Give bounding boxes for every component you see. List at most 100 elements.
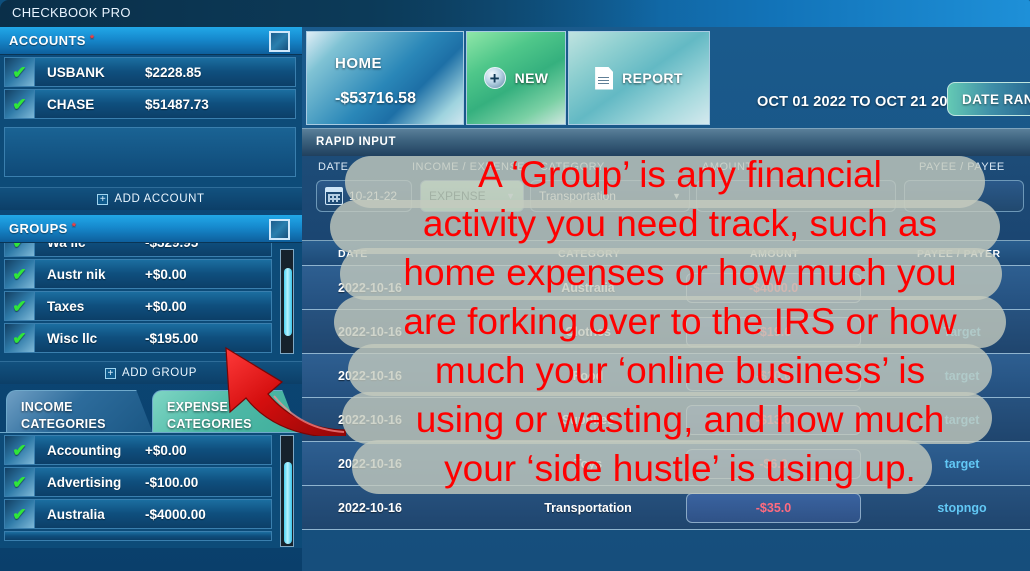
add-group-label: ADD GROUP: [121, 367, 198, 379]
row-amount[interactable]: -$19.6: [686, 317, 861, 347]
app-title: CHECKBOOK PRO: [12, 5, 131, 20]
row-amount[interactable]: -$10.0: [686, 361, 861, 391]
group-checkbox[interactable]: ✔: [5, 324, 35, 352]
ri-header-amount: AMOUNT: [702, 161, 753, 173]
type-select-value: EXPENSE: [429, 189, 486, 203]
type-select[interactable]: EXPENSE ▼: [420, 180, 524, 212]
group-row[interactable]: ✔ Taxes +$0.00: [4, 291, 272, 321]
row-payee[interactable]: stopngo: [902, 501, 1022, 515]
ri-header-type: INCOME / EXPENSE: [412, 161, 526, 173]
table-row[interactable]: 2022-10-16 Supplies -$13.0 target: [302, 398, 1030, 442]
row-amount[interactable]: -$13.0: [686, 405, 861, 435]
ri-header-payee: PAYEE / PAYEE: [919, 161, 1005, 173]
home-tile-balance: -$53716.58: [335, 90, 416, 107]
account-checkbox[interactable]: ✔: [5, 90, 35, 118]
category-row-partial[interactable]: [4, 531, 272, 541]
amount-input[interactable]: [696, 180, 896, 212]
check-icon: ✔: [12, 243, 26, 251]
add-account-button[interactable]: + ADD ACCOUNT: [0, 187, 302, 210]
group-row[interactable]: ✔ Austr nik +$0.00: [4, 259, 272, 289]
tab-expense-line1: EXPENSE: [167, 400, 229, 414]
groups-scrollbar-thumb[interactable]: [284, 268, 292, 336]
group-checkbox[interactable]: ✔: [5, 292, 35, 320]
account-row[interactable]: ✔ CHASE $51487.73: [4, 89, 296, 119]
table-row[interactable]: 2022-10-16 Transportation -$35.0 stopngo: [302, 486, 1030, 530]
date-input-value: 10-21-22: [349, 189, 398, 203]
date-range-button-label: DATE RANGE: [962, 91, 1030, 107]
date-range-display: OCT 01 2022 TO OCT 21 2022: [757, 94, 965, 110]
tab-income-line2: CATEGORIES: [21, 417, 106, 431]
groups-panel-header: GROUPS *: [0, 215, 302, 243]
row-payee[interactable]: target: [902, 457, 1022, 471]
check-icon: ✔: [12, 296, 27, 316]
new-button-label: NEW: [514, 70, 549, 86]
row-amount[interactable]: -$6.0: [686, 449, 861, 479]
tab-expense-categories[interactable]: EXPENSE CATEGORIES: [152, 390, 300, 436]
categories-scrollbar[interactable]: [280, 435, 294, 547]
row-amount[interactable]: -$4000.0: [686, 273, 861, 303]
accounts-select-all-checkbox[interactable]: [269, 31, 290, 52]
row-payee[interactable]: target: [902, 413, 1022, 427]
row-payee[interactable]: Target: [902, 325, 1022, 339]
category-name: Accounting: [47, 442, 122, 458]
group-checkbox[interactable]: ✔: [5, 260, 35, 288]
groups-panel-title: GROUPS *: [9, 221, 77, 236]
category-select[interactable]: Transportation ▼: [530, 180, 690, 212]
table-row[interactable]: 2022-10-16 Australia -$4000.0: [302, 266, 1030, 310]
accounts-panel-title: ACCOUNTS *: [9, 33, 95, 48]
report-button[interactable]: REPORT: [568, 31, 710, 125]
category-amount: -$100.00: [145, 474, 199, 490]
categories-scrollbar-thumb[interactable]: [284, 462, 292, 544]
date-input[interactable]: 10-21-22: [316, 180, 412, 212]
plus-circle-icon: +: [483, 67, 506, 89]
date-range-button[interactable]: DATE RANGE: [947, 82, 1030, 116]
row-amount[interactable]: -$35.0: [686, 493, 861, 523]
groups-list[interactable]: ✔ Wa llc -$329.95 ✔ Austr nik +$0.00 ✔ T…: [0, 243, 302, 361]
category-checkbox[interactable]: ✔: [5, 436, 35, 464]
category-checkbox[interactable]: ✔: [5, 468, 35, 496]
group-checkbox[interactable]: ✔: [5, 243, 35, 256]
row-category: Supplies: [561, 413, 615, 427]
table-row[interactable]: 2022-10-16 Clothes -$19.6 Target: [302, 310, 1030, 354]
col-header-date: DATE: [338, 248, 368, 260]
table-row[interactable]: 2022-10-16 Toys -$6.0 target: [302, 442, 1030, 486]
group-name: Wa llc: [47, 243, 145, 250]
category-checkbox[interactable]: ✔: [5, 500, 35, 528]
row-payee[interactable]: target: [902, 369, 1022, 383]
accounts-empty-area: [4, 127, 296, 177]
payee-input[interactable]: [904, 180, 1024, 212]
group-row[interactable]: ✔ Wisc llc -$195.00: [4, 323, 272, 353]
new-button[interactable]: + NEW: [466, 31, 566, 125]
row-date: 2022-10-16: [338, 369, 402, 383]
add-group-button[interactable]: + ADD GROUP: [0, 361, 302, 384]
accounts-panel-header: ACCOUNTS *: [0, 27, 302, 55]
check-icon: ✔: [12, 472, 27, 492]
calendar-icon: [325, 187, 343, 205]
row-category: Clothes: [565, 325, 611, 339]
category-amount: -$4000.00: [145, 506, 206, 522]
title-bar: CHECKBOOK PRO: [0, 0, 1030, 27]
left-sidebar: ACCOUNTS * ✔ USBANK $2228.85 ✔ CHASE $514…: [0, 27, 302, 571]
main-content: HOME -$53716.58 + NEW REPORT OCT 01 2022…: [302, 27, 1030, 571]
table-row[interactable]: 2022-10-16 Food -$10.0 target: [302, 354, 1030, 398]
row-date: 2022-10-16: [338, 413, 402, 427]
top-toolbar: HOME -$53716.58 + NEW REPORT OCT 01 2022…: [302, 27, 1030, 128]
transactions-table-header: DATE CATEGORY AMOUNT PAYEE / PAYER: [302, 240, 1030, 266]
account-amount: $2228.85: [145, 64, 202, 80]
account-checkbox[interactable]: ✔: [5, 58, 35, 86]
group-amount: -$329.95: [145, 243, 198, 250]
category-row[interactable]: ✔ Australia -$4000.00: [4, 499, 272, 529]
home-tile[interactable]: HOME -$53716.58: [306, 31, 464, 125]
groups-scrollbar[interactable]: [280, 249, 294, 354]
home-tile-title: HOME: [335, 55, 382, 72]
tab-expense-line2: CATEGORIES: [167, 417, 252, 431]
category-row[interactable]: ✔ Advertising -$100.00: [4, 467, 272, 497]
category-row[interactable]: ✔ Accounting +$0.00: [4, 435, 272, 465]
group-row[interactable]: ✔ Wa llc -$329.95: [4, 243, 272, 257]
account-row[interactable]: ✔ USBANK $2228.85: [4, 57, 296, 87]
groups-select-all-checkbox[interactable]: [269, 219, 290, 240]
tab-income-categories[interactable]: INCOME CATEGORIES: [6, 390, 154, 436]
categories-list[interactable]: ✔ Accounting +$0.00 ✔ Advertising -$100.…: [0, 432, 302, 548]
rapid-input-title: RAPID INPUT: [316, 136, 397, 148]
category-name: Australia: [47, 506, 105, 522]
